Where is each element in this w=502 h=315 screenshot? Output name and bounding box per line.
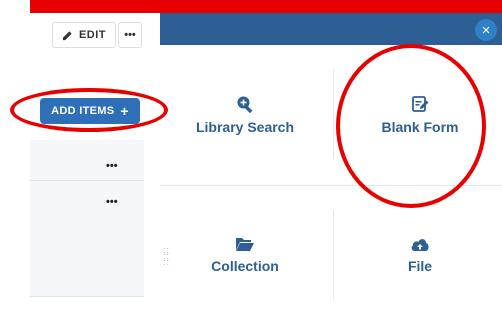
close-icon: × (481, 21, 491, 39)
plus-icon: + (120, 103, 129, 119)
library-search-label: Library Search (195, 119, 295, 135)
collection-tile[interactable]: Collection (170, 225, 320, 285)
row-more-button[interactable]: ••• (106, 196, 118, 208)
edit-label: EDIT (78, 29, 107, 41)
tile-divider (333, 210, 334, 300)
pencil-icon (62, 30, 72, 40)
row-more-button[interactable]: ••• (106, 160, 118, 172)
highlight-bar (30, 0, 502, 13)
file-label: File (407, 258, 433, 274)
row-divider (30, 296, 144, 297)
close-button[interactable]: × (475, 19, 497, 41)
library-search-tile[interactable]: Library Search (170, 85, 320, 145)
cloud-upload-icon (411, 239, 429, 251)
blank-form-tile[interactable]: Blank Form (345, 85, 495, 145)
blank-form-label: Blank Form (381, 119, 459, 135)
tile-divider (160, 185, 502, 186)
more-options-button[interactable]: ••• (118, 22, 142, 48)
add-items-label: ADD ITEMS (51, 105, 115, 117)
file-tile[interactable]: File (345, 225, 495, 285)
drag-handle-icon[interactable]: :::::: (163, 246, 170, 267)
tile-divider (333, 69, 334, 159)
folder-open-icon (236, 238, 254, 251)
collection-label: Collection (211, 258, 279, 274)
left-panel: EDIT ••• ADD ITEMS + ••• ••• (0, 0, 160, 315)
add-item-modal: Library Search Blank Form Collection Fil… (160, 45, 502, 315)
edit-button[interactable]: EDIT (52, 22, 116, 48)
row-divider (30, 180, 144, 181)
modal-header (160, 13, 502, 45)
item-list: ••• ••• (30, 140, 144, 297)
add-items-button[interactable]: ADD ITEMS + (40, 98, 140, 124)
edit-form-icon (412, 96, 429, 112)
search-plus-icon (237, 96, 253, 113)
